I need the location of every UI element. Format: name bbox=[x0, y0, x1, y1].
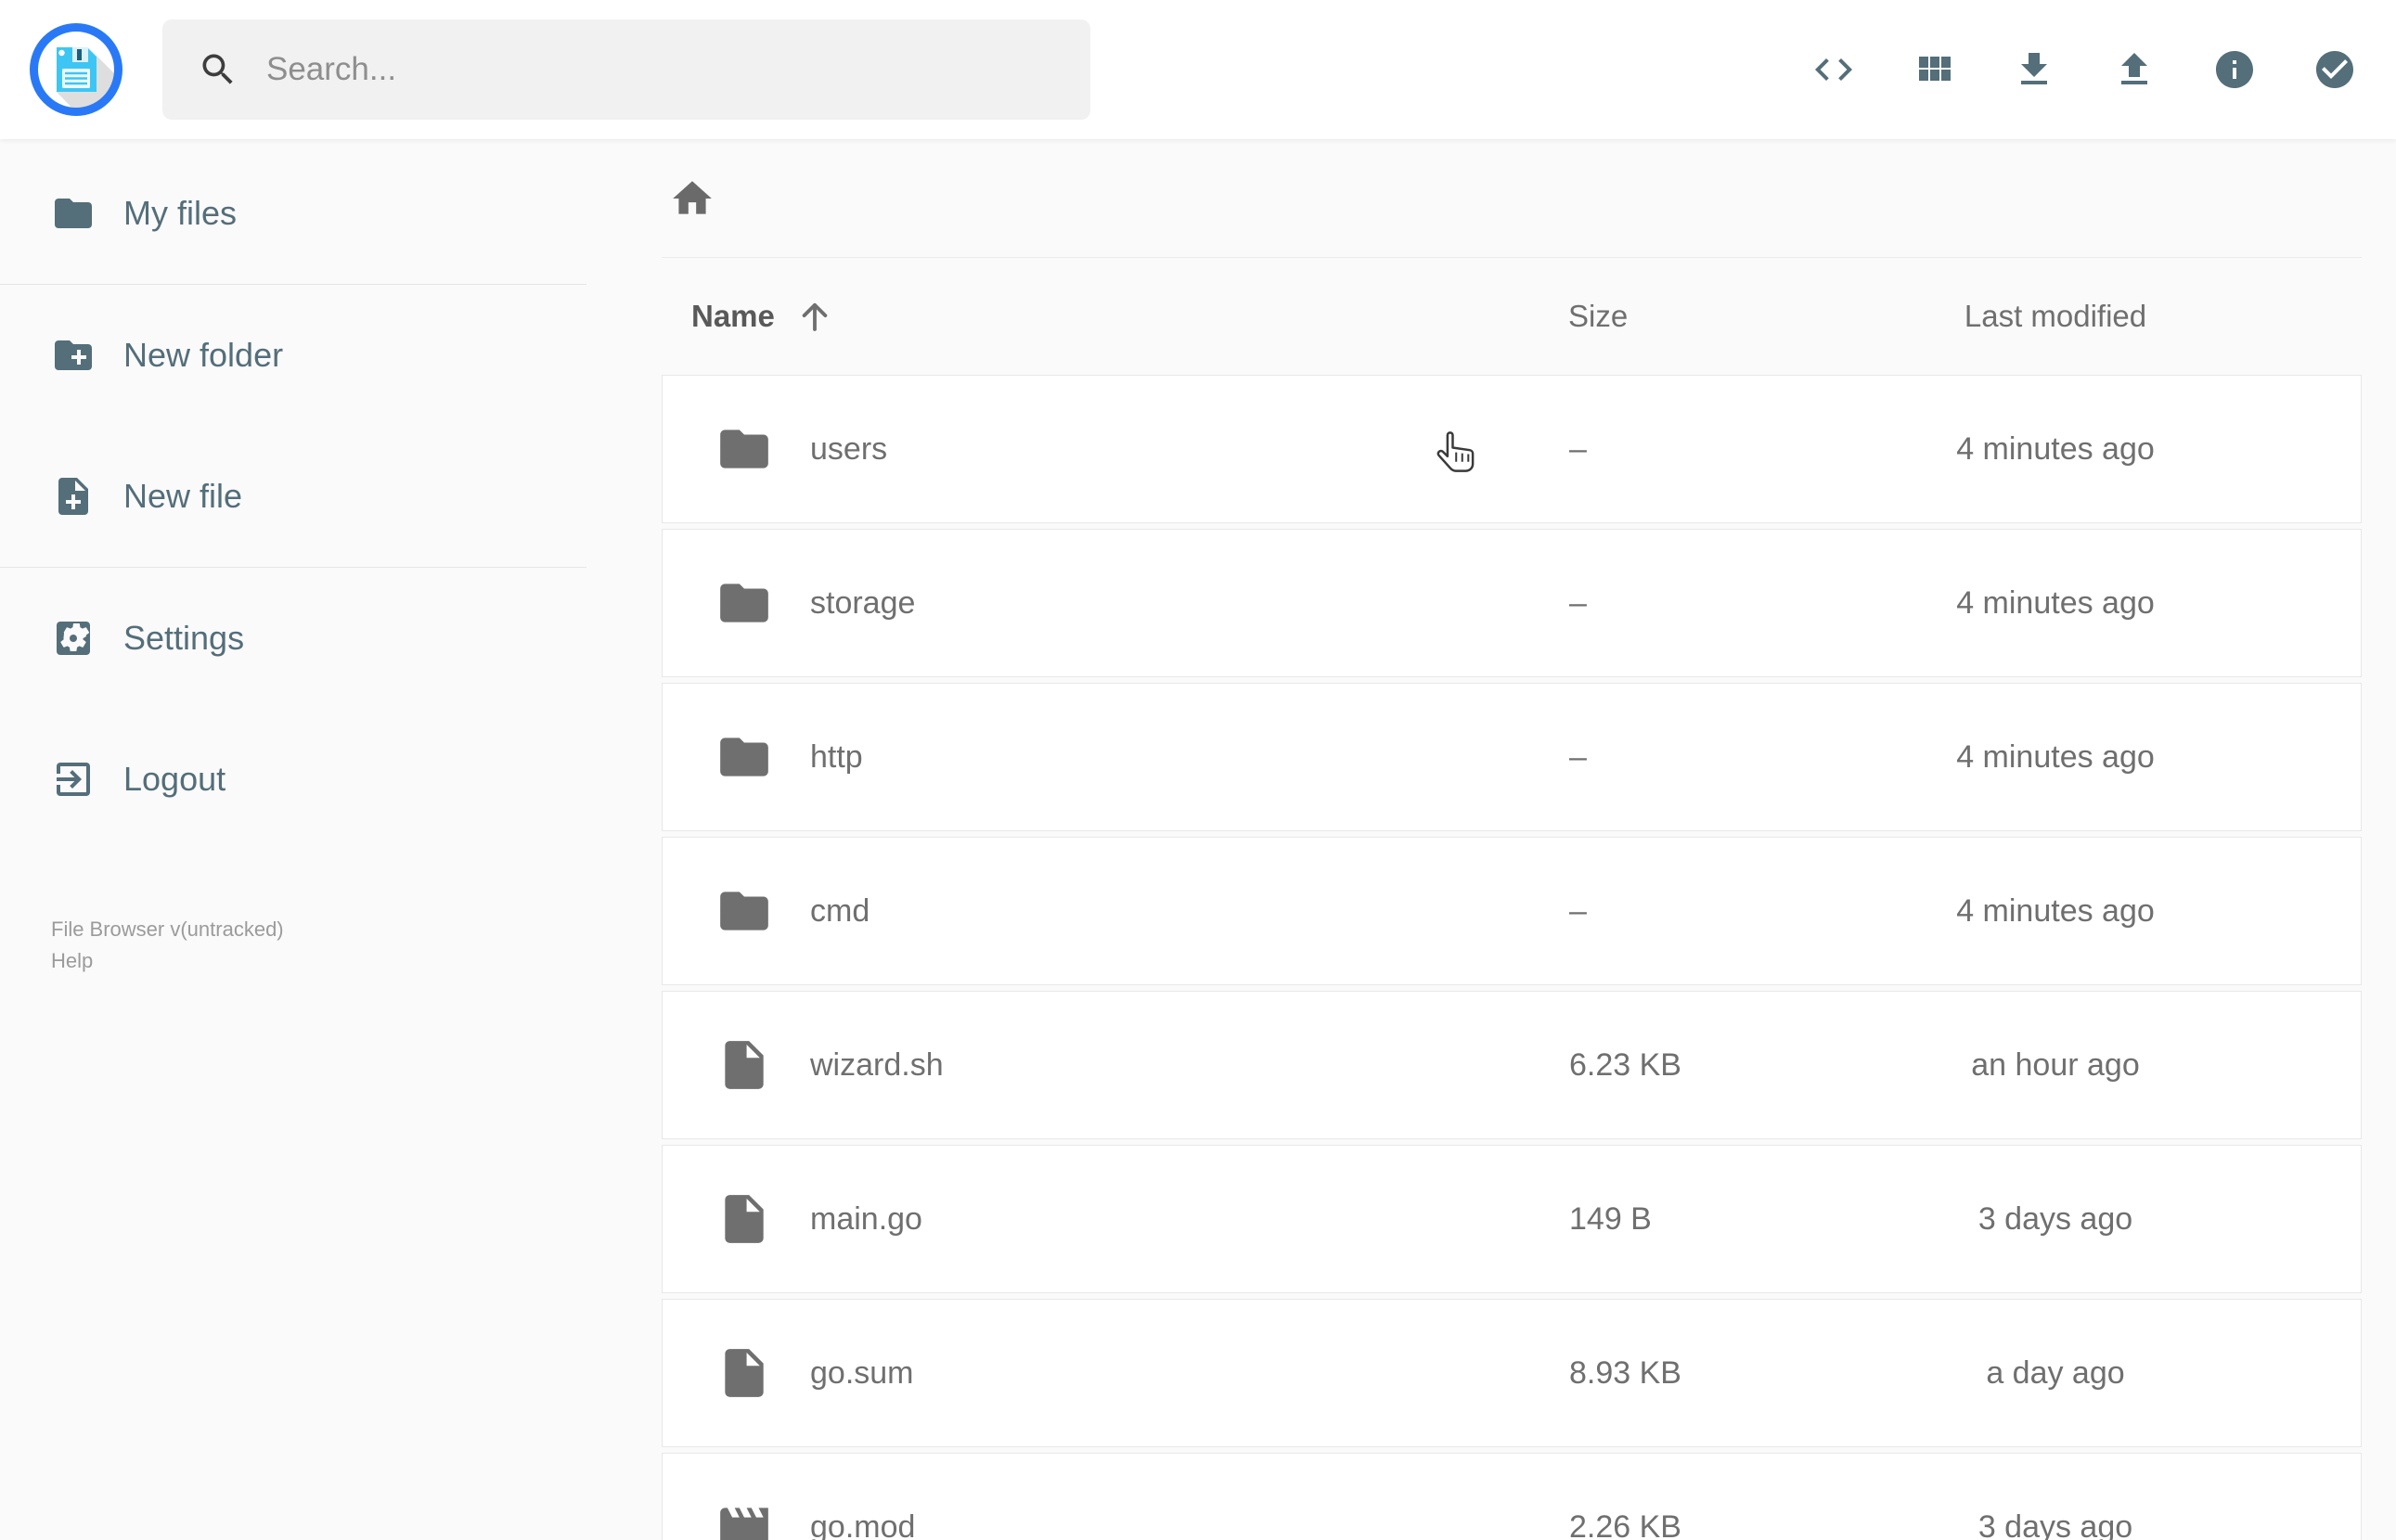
info-button[interactable] bbox=[2212, 47, 2257, 92]
file-row[interactable]: storage – 4 minutes ago bbox=[662, 529, 2362, 677]
file-name-cell: go.sum bbox=[663, 1344, 1569, 1402]
file-modified: 4 minutes ago bbox=[1956, 430, 2155, 467]
sidebar-item-label: Settings bbox=[123, 619, 245, 657]
file-size: – bbox=[1569, 430, 1587, 467]
file-name: main.go bbox=[810, 1200, 922, 1237]
sidebar: My files New folder New file Settings Lo… bbox=[0, 139, 586, 972]
search-bar[interactable] bbox=[162, 19, 1090, 120]
file-name-cell: wizard.sh bbox=[663, 1036, 1569, 1094]
file-name-cell: go.mod bbox=[663, 1498, 1569, 1540]
file-name: users bbox=[810, 430, 888, 467]
info-icon bbox=[2212, 47, 2257, 92]
switch-view-button[interactable] bbox=[1912, 47, 1956, 92]
file-row[interactable]: main.go 149 B 3 days ago bbox=[662, 1145, 2362, 1293]
app-version-text: File Browser v(untracked) bbox=[51, 918, 284, 941]
file-size: – bbox=[1569, 584, 1587, 621]
file-size: 8.93 KB bbox=[1569, 1354, 1681, 1391]
file-modified: an hour ago bbox=[1971, 1046, 2140, 1083]
file-name-cell: main.go bbox=[663, 1190, 1569, 1248]
app-logo-floppy-icon[interactable] bbox=[30, 23, 122, 116]
file-size: – bbox=[1569, 892, 1587, 929]
sidebar-item-label: My files bbox=[123, 194, 238, 232]
file-size: 6.23 KB bbox=[1569, 1046, 1681, 1083]
help-link[interactable]: Help bbox=[51, 945, 284, 977]
select-multiple-icon bbox=[2312, 47, 2357, 92]
file-list: users – 4 minutes ago storage – 4 minute… bbox=[662, 375, 2362, 1540]
file-modified: 3 days ago bbox=[1977, 1508, 2133, 1540]
file-size: 149 B bbox=[1569, 1200, 1652, 1237]
file-name: go.sum bbox=[810, 1354, 914, 1391]
sidebar-item-label: Logout bbox=[123, 760, 226, 798]
sidebar-item-logout[interactable]: Logout bbox=[0, 709, 586, 850]
folder-icon bbox=[715, 728, 773, 786]
sidebar-item-label: New folder bbox=[123, 336, 284, 374]
sidebar-item-my-files[interactable]: My files bbox=[0, 143, 586, 284]
new-folder-icon bbox=[51, 333, 96, 378]
sort-by-name-header[interactable]: Name bbox=[662, 297, 1568, 336]
file-size: 2.26 KB bbox=[1569, 1508, 1681, 1540]
file-modified: 4 minutes ago bbox=[1956, 738, 2155, 775]
sort-by-size-header[interactable]: Size bbox=[1568, 299, 1749, 334]
file-modified: 4 minutes ago bbox=[1956, 892, 2155, 929]
file-row[interactable]: go.sum 8.93 KB a day ago bbox=[662, 1299, 2362, 1447]
file-icon bbox=[715, 1344, 773, 1402]
listing-column-headers: Name Size Last modified bbox=[662, 258, 2362, 375]
header-bar bbox=[0, 0, 2396, 139]
folder-icon bbox=[715, 882, 773, 940]
breadcrumb-home-button[interactable] bbox=[669, 175, 715, 222]
search-input[interactable] bbox=[264, 50, 1029, 89]
upload-icon bbox=[2112, 47, 2157, 92]
sidebar-footer: File Browser v(untracked) Help bbox=[51, 914, 284, 977]
breadcrumb bbox=[662, 139, 2362, 258]
file-name-cell: http bbox=[663, 728, 1569, 786]
file-row[interactable]: http – 4 minutes ago bbox=[662, 683, 2362, 831]
logout-icon bbox=[51, 757, 96, 802]
grid-view-icon bbox=[1912, 47, 1956, 92]
file-modified: a day ago bbox=[1986, 1354, 2125, 1391]
folder-icon bbox=[715, 420, 773, 478]
new-file-icon bbox=[51, 474, 96, 519]
home-icon bbox=[669, 175, 715, 222]
file-name-cell: cmd bbox=[663, 882, 1569, 940]
file-name: storage bbox=[810, 584, 916, 621]
sidebar-item-new-folder[interactable]: New folder bbox=[0, 285, 586, 426]
header-actions bbox=[1811, 47, 2357, 92]
file-row[interactable]: go.mod 2.26 KB 3 days ago bbox=[662, 1453, 2362, 1540]
file-listing: Name Size Last modified users – 4 minute… bbox=[662, 139, 2362, 1540]
settings-icon bbox=[51, 616, 96, 661]
file-row[interactable]: wizard.sh 6.23 KB an hour ago bbox=[662, 991, 2362, 1139]
folder-icon bbox=[715, 574, 773, 632]
file-name-cell: storage bbox=[663, 574, 1569, 632]
search-icon bbox=[198, 49, 238, 90]
upload-button[interactable] bbox=[2112, 47, 2157, 92]
file-browser-app: My files New folder New file Settings Lo… bbox=[0, 0, 2396, 1540]
file-name: cmd bbox=[810, 892, 870, 929]
file-icon bbox=[715, 1190, 773, 1248]
download-icon bbox=[2012, 47, 2056, 92]
file-name: go.mod bbox=[810, 1508, 916, 1540]
select-multiple-button[interactable] bbox=[2312, 47, 2357, 92]
file-name: http bbox=[810, 738, 863, 775]
file-modified: 3 days ago bbox=[1977, 1200, 2133, 1237]
file-name-cell: users bbox=[663, 420, 1569, 478]
file-size: – bbox=[1569, 738, 1587, 775]
movie-icon bbox=[715, 1498, 773, 1540]
sidebar-item-label: New file bbox=[123, 477, 243, 515]
file-row[interactable]: cmd – 4 minutes ago bbox=[662, 837, 2362, 985]
folder-icon bbox=[51, 191, 96, 236]
file-icon bbox=[715, 1036, 773, 1094]
sort-by-modified-header[interactable]: Last modified bbox=[1749, 299, 2362, 334]
shell-button[interactable] bbox=[1811, 47, 1856, 92]
download-button[interactable] bbox=[2012, 47, 2056, 92]
file-row[interactable]: users – 4 minutes ago bbox=[662, 375, 2362, 523]
file-modified: 4 minutes ago bbox=[1956, 584, 2155, 621]
sidebar-item-settings[interactable]: Settings bbox=[0, 568, 586, 709]
sort-ascending-arrow-icon bbox=[795, 297, 834, 336]
file-name: wizard.sh bbox=[810, 1046, 944, 1083]
sidebar-item-new-file[interactable]: New file bbox=[0, 426, 586, 567]
code-icon bbox=[1811, 47, 1856, 92]
